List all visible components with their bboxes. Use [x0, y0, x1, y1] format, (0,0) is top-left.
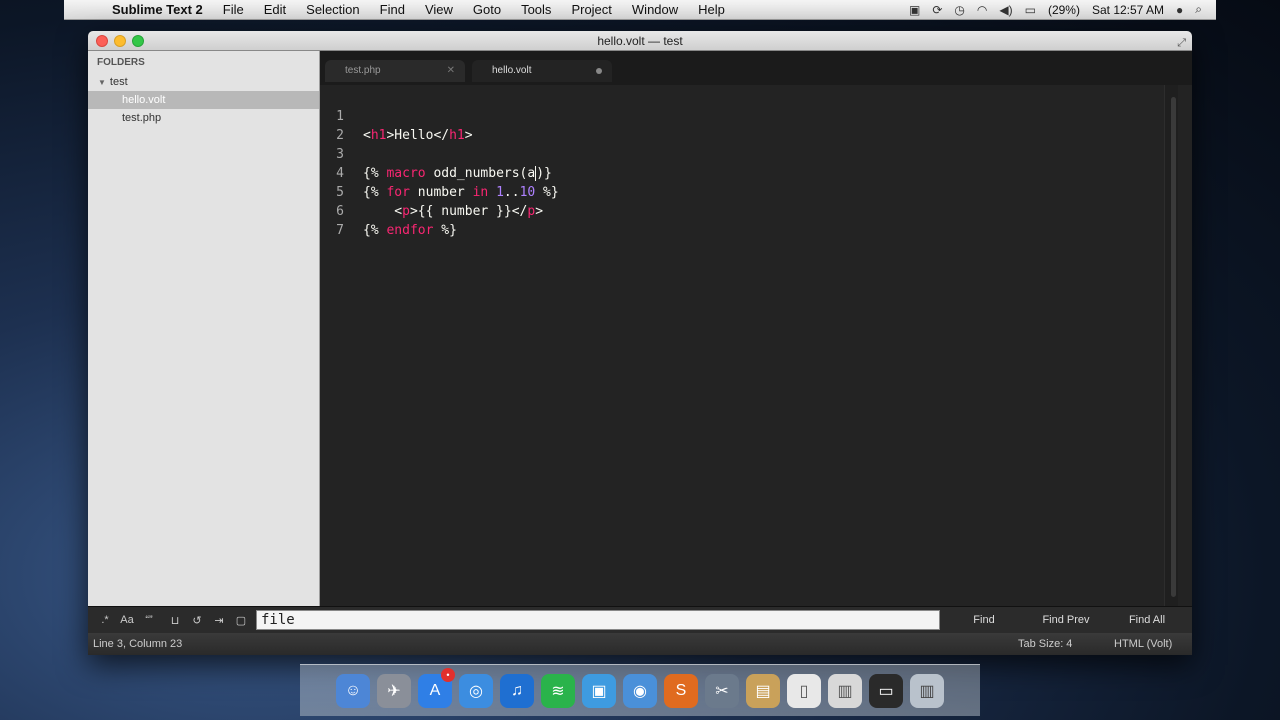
camera-icon[interactable]: ▣ [909, 3, 920, 17]
code-line: 1 <h1>Hello</h1> [320, 88, 1178, 143]
sublime-text-icon[interactable]: S [664, 674, 698, 708]
chrome-icon[interactable]: ◉ [623, 674, 657, 708]
status-bar: Line 3, Column 23 Tab Size: 4 HTML (Volt… [88, 633, 1192, 655]
menu-extras: ▣ ⟳ ◷ ◠ ◀) ▭ (29%) Sat 12:57 AM ● ⌕ [909, 2, 1216, 17]
editor-window: hello.volt — test ⤢ FOLDERS ▼ test hello… [88, 31, 1192, 655]
whole-word-toggle-icon[interactable]: “” [138, 614, 160, 626]
wifi-icon[interactable]: ◠ [977, 3, 987, 17]
menu-view[interactable]: View [415, 2, 463, 17]
sidebar-folder-test[interactable]: ▼ test [88, 73, 319, 91]
scrollbar-thumb[interactable] [1171, 97, 1176, 597]
document-icon[interactable]: ▯ [787, 674, 821, 708]
tab-label: hello.volt [492, 65, 532, 76]
case-sensitive-toggle-icon[interactable]: Aa [116, 614, 138, 626]
code-line: 2 [320, 107, 1178, 143]
user-icon[interactable]: ● [1176, 3, 1183, 17]
sidebar-file-test-php[interactable]: test.php [88, 109, 319, 127]
menu-window[interactable]: Window [622, 2, 688, 17]
disclosure-triangle-icon[interactable]: ▼ [98, 78, 106, 87]
tab-test-php[interactable]: test.php ✕ [325, 60, 465, 82]
battery-icon[interactable]: ▭ [1025, 3, 1036, 17]
cursor-position: Line 3, Column 23 [93, 638, 183, 650]
code-line: 6 {% endfor %} [320, 183, 1178, 238]
minimize-window-button[interactable] [114, 35, 126, 47]
menu-app-name[interactable]: Sublime Text 2 [100, 2, 213, 17]
window-title: hello.volt — test [597, 34, 683, 48]
in-selection-toggle-icon[interactable]: ↺ [186, 614, 208, 627]
find-prev-button[interactable]: Find Prev [1028, 610, 1104, 630]
code-editor[interactable]: 1 <h1>Hello</h1> 2 3 {% macro odd_number… [320, 85, 1178, 606]
find-all-button[interactable]: Find All [1112, 610, 1182, 630]
menu-project[interactable]: Project [561, 2, 621, 17]
title-bar[interactable]: hello.volt — test ⤢ [88, 31, 1192, 51]
folders-header: FOLDERS [97, 57, 145, 68]
launchpad-icon[interactable]: ✈ [377, 674, 411, 708]
folder-label: test [109, 76, 128, 88]
preview-icon[interactable]: ▥ [828, 674, 862, 708]
remote-desktop-icon[interactable]: ▣ [582, 674, 616, 708]
time-machine-icon[interactable]: ◷ [954, 3, 964, 17]
menu-tools[interactable]: Tools [511, 2, 561, 17]
safari-icon[interactable]: ◎ [459, 674, 493, 708]
itunes-icon[interactable]: ♫ [500, 674, 534, 708]
menu-help[interactable]: Help [688, 2, 735, 17]
sync-icon[interactable]: ⟳ [932, 3, 942, 17]
spotify-icon[interactable]: ≋ [541, 674, 575, 708]
video-editor-icon[interactable]: ✂ [705, 674, 739, 708]
line-number: 7 [336, 223, 344, 238]
tab-hello-volt[interactable]: hello.volt [472, 60, 612, 82]
syntax-selector[interactable]: HTML (Volt) [1114, 633, 1172, 655]
tab-label: test.php [345, 65, 381, 76]
notification-badge: • [441, 668, 455, 682]
unsaved-dot-icon[interactable] [596, 68, 602, 74]
code-line: 3 {% macro odd_numbers(a)} [320, 126, 1178, 181]
app-store-icon[interactable]: A • [418, 668, 455, 708]
menu-file[interactable]: File [213, 2, 254, 17]
tab-size-selector[interactable]: Tab Size: 4 [1018, 633, 1072, 655]
menu-selection[interactable]: Selection [296, 2, 369, 17]
wrap-toggle-icon[interactable]: ⊔ [164, 614, 186, 627]
spotlight-icon[interactable]: ⌕ [1195, 2, 1202, 17]
regex-toggle-icon[interactable]: .* [94, 614, 116, 626]
code-line: 4 {% for number in 1..10 %} [320, 145, 1178, 200]
zoom-window-button[interactable] [132, 35, 144, 47]
tab-bar: test.php ✕ hello.volt [320, 51, 1192, 85]
sidebar-file-hello-volt[interactable]: hello.volt [88, 91, 319, 109]
find-input[interactable]: file [256, 610, 940, 630]
trash-icon[interactable]: ▥ [910, 674, 944, 708]
battery-percent: (29%) [1047, 2, 1080, 17]
finder-icon[interactable]: ☺ [336, 674, 370, 708]
find-panel: .* Aa “” ⊔ ↺ ⇥ ▢ file Find Find Prev Fin… [88, 606, 1192, 633]
code-line: 7 [320, 202, 1178, 238]
menu-edit[interactable]: Edit [254, 2, 296, 17]
close-window-button[interactable] [96, 35, 108, 47]
menu-goto[interactable]: Goto [463, 2, 511, 17]
tab-close-icon[interactable]: ✕ [447, 60, 455, 82]
menu-clock[interactable]: Sat 12:57 AM [1092, 3, 1164, 17]
dock: ☺ ✈ A • ◎ ♫ ≋ ▣ ◉ S ✂ ▤ ▯ ▥ ▭ ▥ [300, 664, 980, 716]
code-text: {% endfor %} [363, 223, 457, 238]
fullscreen-icon[interactable]: ⤢ [1177, 33, 1186, 53]
vertical-scrollbar[interactable] [1164, 85, 1178, 606]
volume-icon[interactable]: ◀) [999, 3, 1012, 17]
menu-find[interactable]: Find [370, 2, 415, 17]
highlight-matches-toggle-icon[interactable]: ⇥ [208, 614, 230, 627]
code-line: 5 <p>{{ number }}</p> [320, 164, 1178, 219]
find-button[interactable]: Find [948, 610, 1020, 630]
menu-bar: Sublime Text 2 File Edit Selection Find … [64, 0, 1216, 20]
show-context-toggle-icon[interactable]: ▢ [230, 614, 252, 627]
terminal-icon[interactable]: ▭ [869, 674, 903, 708]
sidebar: FOLDERS ▼ test hello.volt test.php [88, 51, 320, 606]
documents-folder-icon[interactable]: ▤ [746, 674, 780, 708]
